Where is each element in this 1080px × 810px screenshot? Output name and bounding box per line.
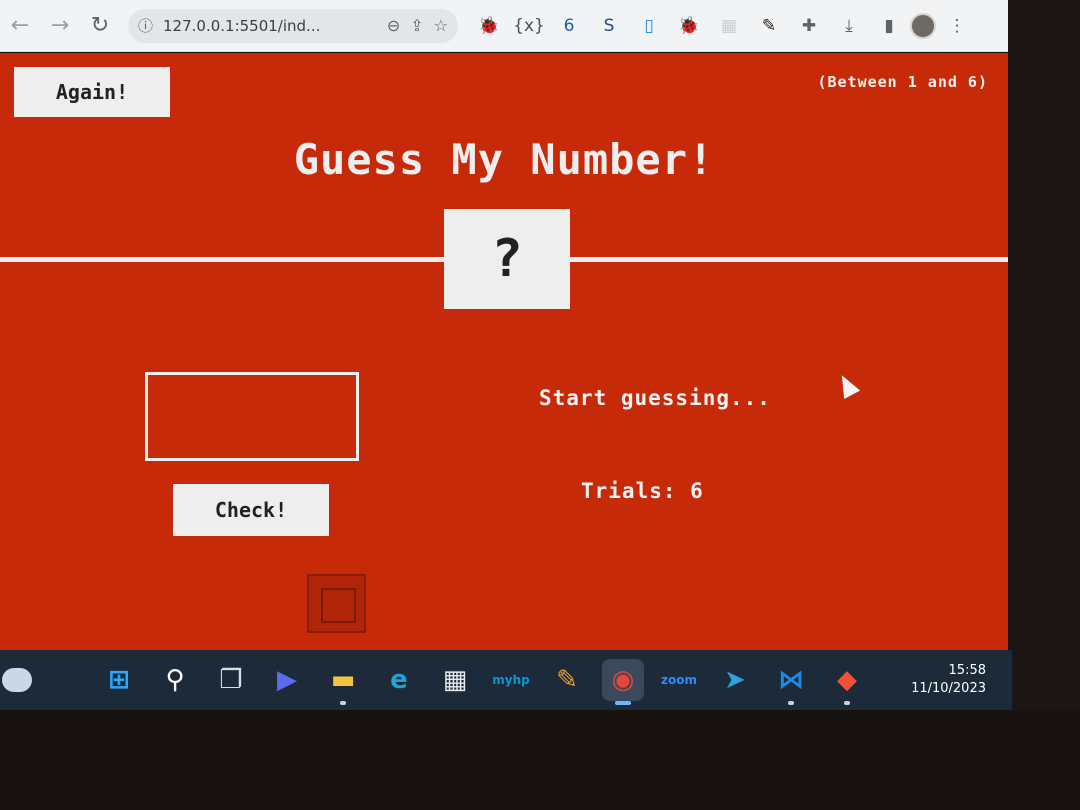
vscode-icon[interactable]: ⋈	[770, 659, 812, 705]
reload-icon: ↻	[90, 13, 110, 38]
game-page: Again! (Between 1 and 6) Guess My Number…	[0, 53, 1008, 650]
myhp-icon[interactable]: myhp	[490, 659, 532, 701]
info-icon[interactable]: ⓘ	[138, 15, 153, 36]
taskbar: ⊞ ⚲ ❐ ▶ ▬ e ▦ myhp ✎ ◉ zoom ➤ ⋈ ◆ 15:58 11/10/2023	[0, 650, 1012, 710]
extensions-row: 🐞 {x} 6 S ▯ 🐞 ▦ ✎ ✚ ⤓ ▮	[472, 9, 906, 43]
extension-s-icon[interactable]: S	[592, 9, 626, 43]
zoom-icon[interactable]: zoom	[658, 659, 700, 701]
taskbar-clock[interactable]: 15:58 11/10/2023	[911, 662, 986, 698]
guess-input[interactable]	[145, 372, 359, 461]
sidebar-icon[interactable]: ▮	[872, 9, 906, 43]
profile-avatar[interactable]	[906, 9, 940, 43]
bug-icon-2[interactable]: 🐞	[672, 9, 706, 43]
mouse-cursor-icon	[833, 371, 861, 399]
range-hint: (Between 1 and 6)	[817, 73, 988, 91]
git-icon[interactable]: ◆	[826, 659, 868, 705]
again-button[interactable]: Again!	[14, 67, 170, 117]
address-bar[interactable]: ⓘ 127.0.0.1:5501/ind... ⊖ ⇪ ☆	[128, 8, 458, 43]
braces-icon[interactable]: {x}	[512, 9, 546, 43]
check-button[interactable]: Check!	[173, 484, 329, 536]
grid-icon[interactable]: ▦	[712, 9, 746, 43]
clipboard-icon[interactable]: ▯	[632, 9, 666, 43]
weather-widget-icon[interactable]	[2, 668, 32, 692]
extension-6-icon[interactable]: 6	[552, 9, 586, 43]
screen-bezel-bottom	[0, 710, 1080, 810]
kebab-menu-icon[interactable]: ⋮	[940, 9, 974, 43]
trials-counter: Trials: 6	[581, 479, 704, 503]
task-view-icon[interactable]: ❐	[210, 659, 252, 701]
zoom-out-icon[interactable]: ⊖	[387, 16, 400, 35]
chrome-icon[interactable]: ◉	[602, 659, 644, 705]
arrow-right-icon: →	[50, 13, 70, 38]
puzzle-icon[interactable]: ✚	[792, 9, 826, 43]
page-title: Guess My Number!	[293, 135, 715, 184]
eyedropper-icon[interactable]: ✎	[752, 9, 786, 43]
chat-icon[interactable]: ▶	[266, 659, 308, 701]
status-message: Start guessing...	[539, 386, 771, 410]
secret-number-box: ?	[444, 209, 570, 309]
taskbar-apps: ⊞ ⚲ ❐ ▶ ▬ e ▦ myhp ✎ ◉ zoom ➤ ⋈ ◆	[98, 659, 868, 705]
telegram-icon[interactable]: ➤	[714, 659, 756, 701]
pen-app-icon[interactable]: ✎	[546, 659, 588, 701]
trials-value: 6	[690, 479, 704, 503]
address-url[interactable]: 127.0.0.1:5501/ind...	[163, 17, 377, 35]
trials-label: Trials:	[581, 479, 677, 503]
browser-toolbar: ← → ↻ ⓘ 127.0.0.1:5501/ind... ⊖ ⇪ ☆ 🐞 {x}…	[0, 0, 1008, 52]
back-button[interactable]: ←	[0, 6, 40, 46]
file-explorer-icon[interactable]: ▬	[322, 659, 364, 705]
bug-icon[interactable]: 🐞	[472, 9, 506, 43]
store-icon[interactable]: ▦	[434, 659, 476, 701]
arrow-left-icon: ←	[10, 13, 30, 38]
reload-button[interactable]: ↻	[80, 6, 120, 46]
search-icon[interactable]: ⚲	[154, 659, 196, 701]
star-icon[interactable]: ☆	[434, 16, 448, 35]
stop-square-icon	[307, 574, 366, 633]
forward-button[interactable]: →	[40, 6, 80, 46]
clock-time: 15:58	[948, 663, 986, 678]
download-icon[interactable]: ⤓	[832, 9, 866, 43]
clock-date: 11/10/2023	[911, 681, 986, 696]
windows-start-icon[interactable]: ⊞	[98, 659, 140, 701]
screen-bezel-right	[1012, 0, 1080, 810]
edge-icon[interactable]: e	[378, 659, 420, 701]
share-icon[interactable]: ⇪	[410, 16, 423, 35]
